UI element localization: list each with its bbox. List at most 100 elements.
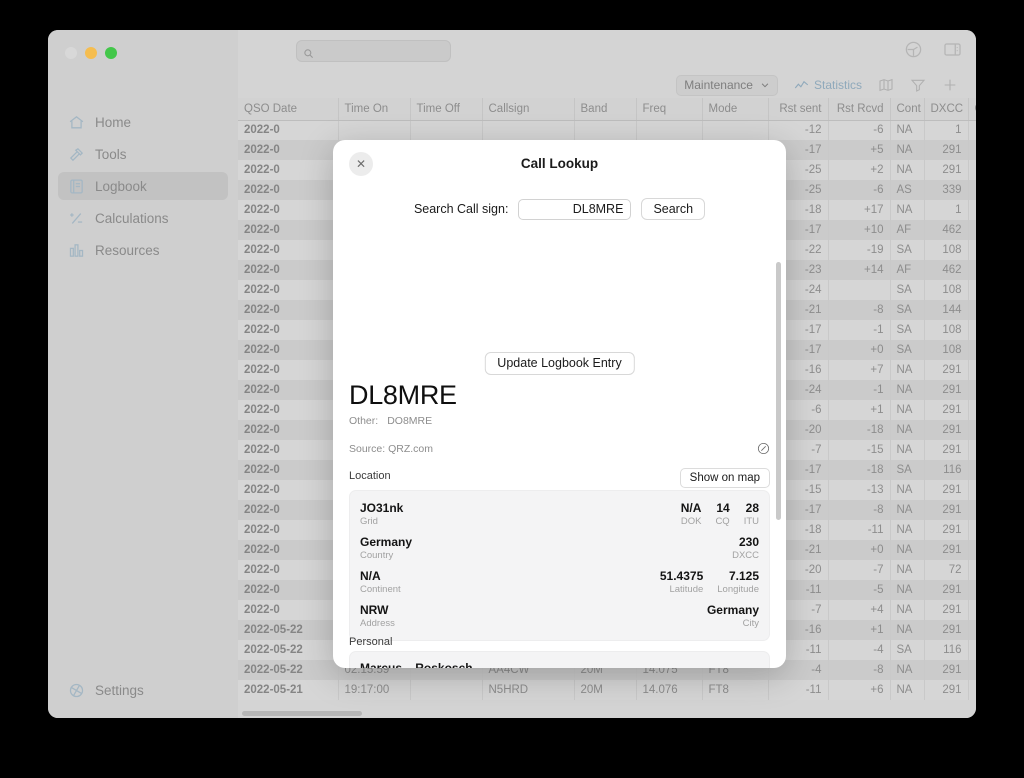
cell-dxcc: 462 <box>924 260 969 280</box>
cell-band: 20M <box>574 680 637 700</box>
sidebar-item-logbook[interactable]: Logbook <box>58 172 228 200</box>
detail-value: 7.125 <box>728 569 759 583</box>
cell-cq <box>968 240 976 260</box>
cell-dxcc: 291 <box>924 380 969 400</box>
cell-cont: NA <box>890 600 925 620</box>
detail-row: JO31nk Grid N/A DOK 14 CQ 28 ITU <box>360 497 759 531</box>
sidebar-item-tools[interactable]: Tools <box>58 140 228 168</box>
detail-row: NRW Address Germany City <box>360 599 759 633</box>
sidebar-item-home[interactable]: Home <box>58 108 228 136</box>
cell-cont: AF <box>890 260 925 280</box>
cell-mode: FT8 <box>702 680 769 700</box>
cell-cq <box>968 400 976 420</box>
maintenance-dropdown[interactable]: Maintenance <box>676 74 778 96</box>
horizontal-scrollbar[interactable] <box>242 711 362 716</box>
detail-right: 51.4375 Latitude 7.125 Longitude <box>660 569 759 596</box>
cell-time-off <box>410 120 483 140</box>
sidebar-item-resources[interactable]: Resources <box>58 236 228 264</box>
column-header-freq[interactable]: Freq <box>636 98 703 121</box>
update-logbook-entry-button[interactable]: Update Logbook Entry <box>484 352 635 375</box>
cell-rst-rcvd: +2 <box>828 160 891 180</box>
cell-cq <box>968 660 976 680</box>
cell-callsign: N5HRD <box>482 680 575 700</box>
detail-label: Continent <box>360 584 401 595</box>
callsign-input[interactable]: DL8MRE <box>518 198 632 220</box>
compass-icon[interactable] <box>757 442 770 455</box>
close-window-button[interactable] <box>65 47 77 59</box>
other-label: Other: <box>349 415 379 427</box>
cell-dxcc: 291 <box>924 160 969 180</box>
location-section-header-row: Location Show on map <box>349 468 770 488</box>
search-button[interactable]: Search <box>641 198 706 220</box>
cell-dxcc: 291 <box>924 440 969 460</box>
cell-band <box>574 120 637 140</box>
cell-cont: NA <box>890 560 925 580</box>
detail-value: Marcus <box>360 661 403 668</box>
call-lookup-dialog: ✕ Call Lookup Search Call sign: DL8MRE S… <box>333 140 786 668</box>
sidebar-item-settings[interactable]: Settings <box>58 676 228 704</box>
cell-rst-rcvd: +6 <box>828 680 891 700</box>
show-on-map-button[interactable]: Show on map <box>679 468 770 488</box>
detail-left: Germany Country <box>360 535 412 562</box>
cell-date: 2022-0 <box>238 560 339 580</box>
sidebar: Home Tools Logbook Calculations Resource… <box>48 30 238 718</box>
cell-cq <box>968 200 976 220</box>
column-header-dxcc[interactable]: DXCC <box>924 98 969 121</box>
maximize-window-button[interactable] <box>105 47 117 59</box>
window-toolbar-icons <box>904 40 962 59</box>
cell-date: 2022-0 <box>238 480 339 500</box>
table-row[interactable]: 2022-05-21 19:17:00 N5HRD 20M 14.076 FT8 -11 +6… <box>238 680 976 700</box>
cell-freq: 14.076 <box>636 680 703 700</box>
dialog-scrollbar[interactable] <box>776 262 781 520</box>
column-header-cq[interactable]: CQ <box>968 98 976 121</box>
column-header-rst-sent[interactable]: Rst sent <box>768 98 829 121</box>
detail-label: DXCC <box>732 550 759 561</box>
table-header-row: QSO Date Time On Time Off Callsign Band … <box>238 98 976 121</box>
cell-rst-rcvd: -8 <box>828 660 891 680</box>
timer-icon[interactable] <box>904 40 923 59</box>
cell-cq <box>968 480 976 500</box>
cell-cont: NA <box>890 360 925 380</box>
detail-col: 7.125 Longitude <box>717 569 759 596</box>
cell-rst-rcvd: +4 <box>828 600 891 620</box>
search-input[interactable] <box>296 40 451 62</box>
detail-label: Longitude <box>717 584 759 595</box>
column-header-rst-rcvd[interactable]: Rst Rcvd <box>828 98 891 121</box>
table-row[interactable]: 2022-0 -12 -6 NA 1 <box>238 120 976 140</box>
plus-icon[interactable] <box>942 77 958 93</box>
column-header-time-on[interactable]: Time On <box>338 98 411 121</box>
column-header-cont[interactable]: Cont <box>890 98 925 121</box>
cell-dxcc: 108 <box>924 280 969 300</box>
cell-cont: NA <box>890 420 925 440</box>
column-header-time-off[interactable]: Time Off <box>410 98 483 121</box>
cell-cont: NA <box>890 380 925 400</box>
sidebar-item-calculations[interactable]: Calculations <box>58 204 228 232</box>
cell-dxcc: 291 <box>924 500 969 520</box>
column-header-band[interactable]: Band <box>574 98 637 121</box>
sidebar-toggle-icon[interactable] <box>943 40 962 59</box>
cell-mode <box>702 120 769 140</box>
detail-col: 51.4375 Latitude <box>660 569 703 596</box>
column-header-callsign[interactable]: Callsign <box>482 98 575 121</box>
minimize-window-button[interactable] <box>85 47 97 59</box>
detail-value: Germany <box>706 603 759 617</box>
cell-date: 2022-0 <box>238 600 339 620</box>
filter-icon[interactable] <box>910 77 926 93</box>
cell-date: 2022-05-21 <box>238 680 339 700</box>
column-header-mode[interactable]: Mode <box>702 98 769 121</box>
cell-date: 2022-0 <box>238 340 339 360</box>
other-callsign-row: Other: DO8MRE <box>349 415 432 427</box>
table-header: QSO Date Time On Time Off Callsign Band … <box>238 98 976 121</box>
cell-date: 2022-0 <box>238 160 339 180</box>
statistics-button[interactable]: Statistics <box>794 78 862 93</box>
detail-value: NRW <box>360 603 389 617</box>
cell-date: 2022-0 <box>238 120 339 140</box>
cell-cont: NA <box>890 660 925 680</box>
cell-rst-rcvd: -1 <box>828 380 891 400</box>
cell-date: 2022-0 <box>238 360 339 380</box>
map-icon[interactable] <box>878 77 894 93</box>
detail-label: Address <box>360 618 395 629</box>
cell-cont: AS <box>890 180 925 200</box>
detail-value: 51.4375 <box>659 569 704 583</box>
column-header-qso-date[interactable]: QSO Date <box>238 98 339 121</box>
